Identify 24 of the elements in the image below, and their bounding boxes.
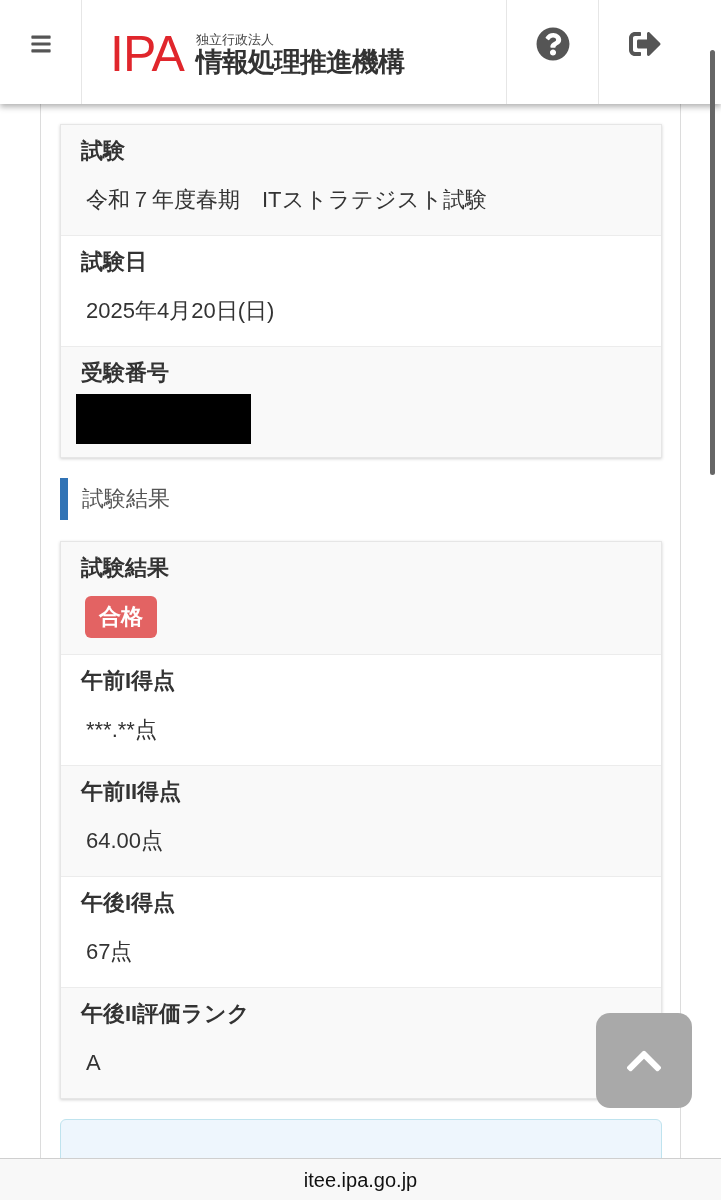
- help-icon: [535, 27, 570, 61]
- field-label: 試験: [81, 137, 125, 165]
- field-label: 試験日: [81, 248, 147, 276]
- url-text[interactable]: itee.ipa.go.jp: [303, 1167, 418, 1192]
- logo-subtitle: 独立行政法人: [195, 31, 274, 47]
- field-label: 午後I得点: [81, 889, 176, 917]
- field-value: 令和７年度春期 ITストラテジスト試験: [86, 186, 487, 214]
- field-label: 受験番号: [81, 359, 169, 387]
- field-label: 午後II評価ランク: [81, 1000, 251, 1028]
- field-value: A: [86, 1049, 101, 1077]
- field-label: 午前I得点: [81, 667, 176, 695]
- field-value: ***.**点: [86, 716, 157, 744]
- field-label: 午前II得点: [81, 778, 182, 806]
- help-button[interactable]: [534, 26, 571, 62]
- field-value: 64.00点: [86, 827, 164, 855]
- field-value: 2025年4月20日(日): [86, 297, 275, 325]
- section-heading: 試験結果: [82, 485, 170, 513]
- menu-icon: [29, 33, 52, 55]
- logo-mark: IPA: [110, 29, 184, 79]
- section-marker: [60, 478, 68, 520]
- field-label: 試験結果: [81, 554, 169, 582]
- logo-name: 情報処理推進機構: [195, 46, 404, 77]
- status-badge: 合格: [85, 596, 157, 638]
- field-value: 67点: [86, 938, 133, 966]
